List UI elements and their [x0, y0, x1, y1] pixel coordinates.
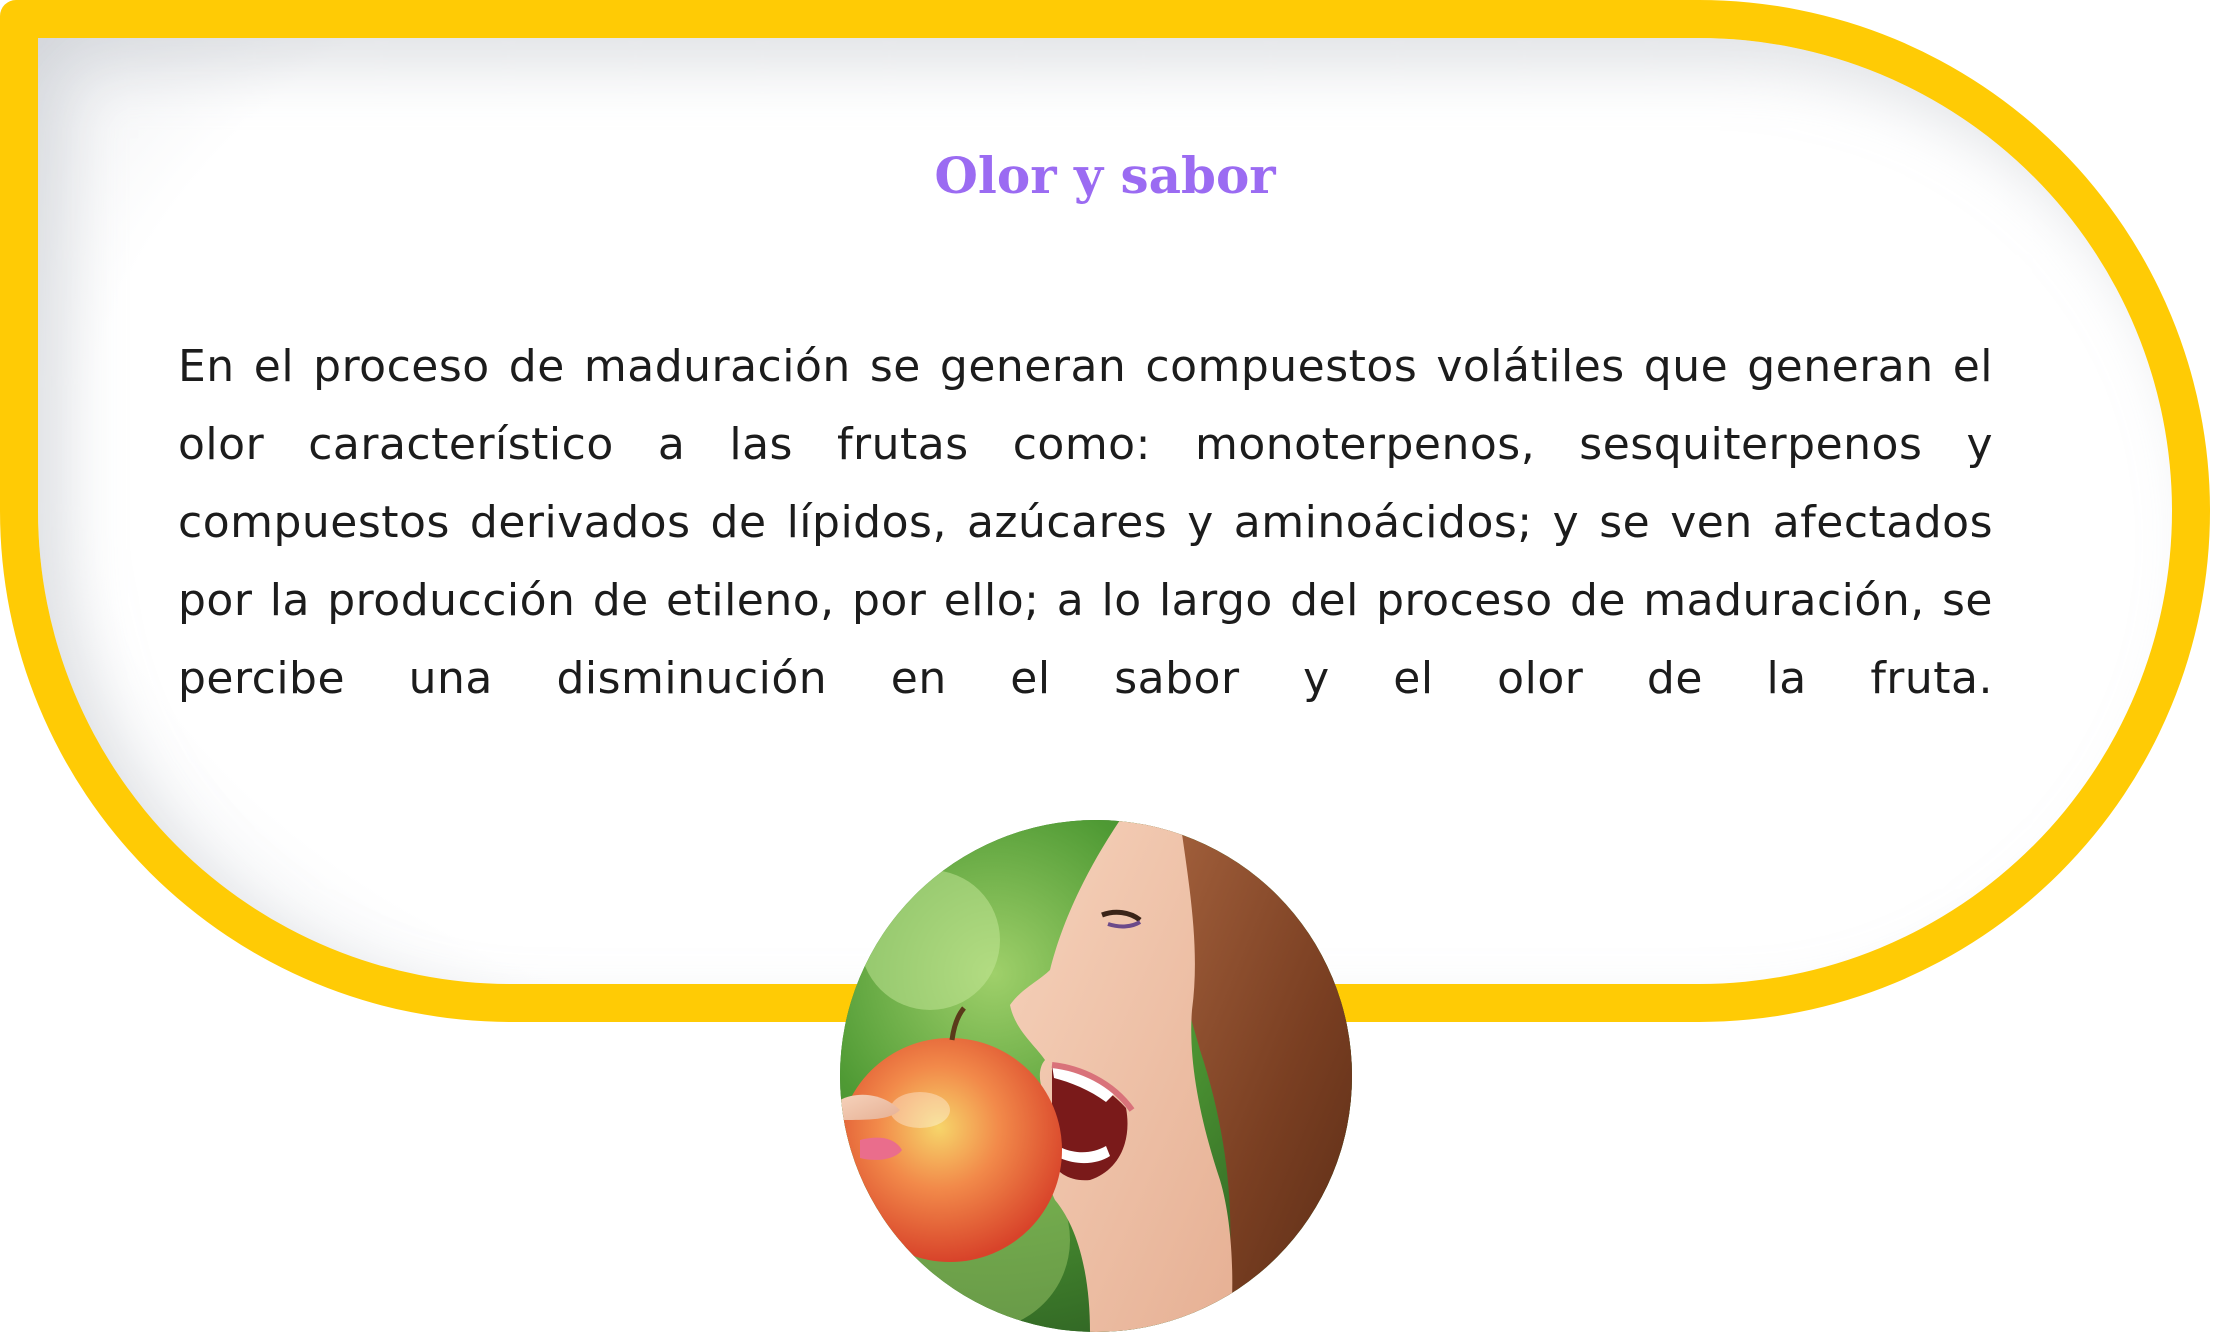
card-paragraph: En el proceso de maduración se generan c…: [178, 341, 1993, 704]
card-title: Olor y sabor: [934, 146, 1276, 205]
woman-biting-apple-photo: [840, 820, 1352, 1332]
